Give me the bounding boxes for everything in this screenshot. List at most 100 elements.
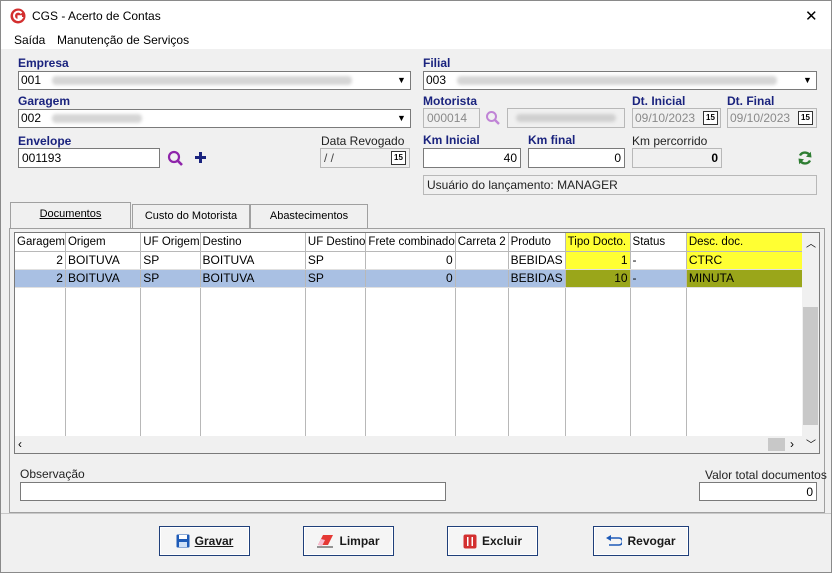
observacao-field[interactable] bbox=[20, 482, 446, 501]
close-icon[interactable]: ✕ bbox=[805, 7, 818, 25]
refresh-icon[interactable] bbox=[797, 150, 813, 166]
tab-custo-motorista-label: Custo do Motorista bbox=[144, 210, 238, 222]
observacao-label: Observação bbox=[20, 467, 85, 481]
column-header[interactable]: UF Destino bbox=[305, 233, 367, 252]
table-cell: CTRC bbox=[686, 251, 807, 270]
limpar-button[interactable]: Limpar bbox=[303, 526, 394, 556]
km-final-label: Km final bbox=[528, 133, 576, 147]
valor-total-label: Valor total documentos bbox=[705, 468, 827, 482]
column-header[interactable]: UF Origem bbox=[140, 233, 201, 252]
scroll-left-icon[interactable]: ‹ bbox=[18, 437, 22, 451]
gravar-button[interactable]: Gravar bbox=[159, 526, 250, 556]
usuario-field: Usuário do lançamento: MANAGER bbox=[423, 175, 817, 195]
scroll-right-icon[interactable]: › bbox=[790, 437, 794, 451]
column-header[interactable]: Garagem bbox=[15, 233, 66, 252]
tab-documentos-label: Documentos bbox=[39, 208, 102, 220]
table-cell: BEBIDAS bbox=[508, 269, 566, 288]
calendar-icon[interactable]: 15 bbox=[798, 111, 813, 125]
tab-abastecimentos[interactable]: Abastecimentos bbox=[250, 204, 368, 228]
garagem-value: 002 bbox=[21, 111, 42, 125]
table-cell: 0 bbox=[365, 269, 456, 288]
eraser-icon bbox=[317, 535, 334, 548]
column-header[interactable]: Frete combinado bbox=[365, 233, 456, 252]
filial-value: 003 bbox=[426, 73, 447, 87]
revogar-label: Revogar bbox=[627, 534, 676, 548]
documents-grid[interactable]: Garagem Origem UF Origem Destino UF Dest… bbox=[14, 232, 820, 454]
menu-item-saida[interactable]: Saída bbox=[14, 33, 45, 47]
column-header[interactable]: Destino bbox=[200, 233, 306, 252]
column-header[interactable]: Carreta 2 bbox=[455, 233, 509, 252]
tab-documentos[interactable]: Documentos bbox=[10, 202, 131, 228]
grid-empty-area bbox=[15, 287, 819, 447]
search-icon[interactable] bbox=[167, 150, 184, 167]
main-window: CGS - Acerto de Contas ✕ Saída Manutençã… bbox=[0, 0, 832, 573]
filial-combo[interactable]: 003 ▼ bbox=[423, 71, 817, 90]
horizontal-scroll-thumb[interactable] bbox=[768, 438, 785, 451]
excluir-button[interactable]: Excluir bbox=[447, 526, 538, 556]
table-cell: 10 bbox=[565, 269, 631, 288]
menu-bar: Saída Manutenção de Serviços bbox=[1, 31, 831, 49]
garagem-label: Garagem bbox=[18, 94, 71, 108]
scroll-down-icon[interactable]: ﹀ bbox=[806, 436, 816, 451]
revogar-button[interactable]: Revogar bbox=[593, 526, 689, 556]
table-cell: - bbox=[630, 251, 687, 270]
table-cell: SP bbox=[140, 251, 201, 270]
table-cell bbox=[455, 269, 509, 288]
motorista-name-field[interactable] bbox=[507, 108, 625, 128]
gravar-label: Gravar bbox=[194, 534, 234, 548]
calendar-icon[interactable]: 15 bbox=[703, 111, 718, 125]
scroll-up-icon[interactable]: ︿ bbox=[806, 235, 816, 250]
search-icon[interactable] bbox=[485, 110, 501, 126]
add-icon[interactable] bbox=[195, 152, 206, 163]
filial-label: Filial bbox=[423, 56, 451, 70]
envelope-field[interactable]: 001193 bbox=[18, 148, 160, 168]
vertical-scroll-thumb[interactable] bbox=[803, 307, 818, 425]
column-header[interactable]: Origem bbox=[65, 233, 142, 252]
table-row[interactable]: 2 BOITUVA SP BOITUVA SP 0 BEBIDAS 1 - CT… bbox=[15, 251, 819, 270]
column-header[interactable]: Desc. doc. bbox=[686, 233, 807, 252]
empresa-name-blurred bbox=[52, 76, 353, 86]
chevron-down-icon[interactable]: ▼ bbox=[800, 73, 815, 88]
tab-custo-motorista[interactable]: Custo do Motorista bbox=[132, 204, 250, 228]
motorista-name-blurred bbox=[516, 114, 616, 122]
table-cell: BEBIDAS bbox=[508, 251, 566, 270]
table-cell: BOITUVA bbox=[200, 269, 306, 288]
title-bar: CGS - Acerto de Contas ✕ bbox=[1, 1, 831, 31]
window-title: CGS - Acerto de Contas bbox=[32, 9, 161, 23]
empresa-combo[interactable]: 001 ▼ bbox=[18, 71, 411, 90]
menu-item-manutencao[interactable]: Manutenção de Serviços bbox=[57, 33, 189, 47]
km-percorrido-field: 0 bbox=[632, 148, 722, 168]
garagem-combo[interactable]: 002 ▼ bbox=[18, 109, 411, 128]
table-cell: MINUTA bbox=[686, 269, 807, 288]
column-header[interactable]: Status bbox=[630, 233, 687, 252]
chevron-down-icon[interactable]: ▼ bbox=[394, 73, 409, 88]
envelope-label: Envelope bbox=[18, 134, 72, 148]
undo-icon bbox=[606, 534, 623, 546]
trash-icon bbox=[463, 534, 477, 548]
empresa-value: 001 bbox=[21, 73, 42, 87]
table-row-selected[interactable]: 2 BOITUVA SP BOITUVA SP 0 BEBIDAS 10 - M… bbox=[15, 269, 819, 288]
data-revogado-label: Data Revogado bbox=[321, 134, 405, 148]
km-inicial-field[interactable]: 40 bbox=[423, 148, 521, 168]
table-cell: BOITUVA bbox=[65, 251, 142, 270]
documents-table: Garagem Origem UF Origem Destino UF Dest… bbox=[15, 233, 819, 447]
column-header[interactable]: Tipo Docto. bbox=[565, 233, 631, 252]
column-header[interactable]: Produto bbox=[508, 233, 566, 252]
grid-header-row: Garagem Origem UF Origem Destino UF Dest… bbox=[15, 233, 819, 252]
calendar-icon[interactable]: 15 bbox=[391, 151, 406, 165]
vertical-scrollbar[interactable]: ︿ ﹀ bbox=[802, 233, 819, 453]
motorista-code-field[interactable]: 000014 bbox=[423, 108, 480, 128]
horizontal-scrollbar[interactable]: ‹ › bbox=[15, 436, 802, 453]
motorista-label: Motorista bbox=[423, 94, 477, 108]
table-cell: SP bbox=[140, 269, 201, 288]
km-inicial-label: Km Inicial bbox=[423, 133, 480, 147]
chevron-down-icon[interactable]: ▼ bbox=[394, 111, 409, 126]
table-cell: 2 bbox=[15, 251, 66, 270]
dt-inicial-value: 09/10/2023 bbox=[635, 111, 696, 125]
excluir-label: Excluir bbox=[481, 534, 523, 548]
table-cell: BOITUVA bbox=[200, 251, 306, 270]
filial-name-blurred bbox=[457, 76, 778, 86]
table-cell: SP bbox=[305, 269, 367, 288]
dt-inicial-label: Dt. Inicial bbox=[632, 94, 686, 108]
km-final-field[interactable]: 0 bbox=[528, 148, 625, 168]
